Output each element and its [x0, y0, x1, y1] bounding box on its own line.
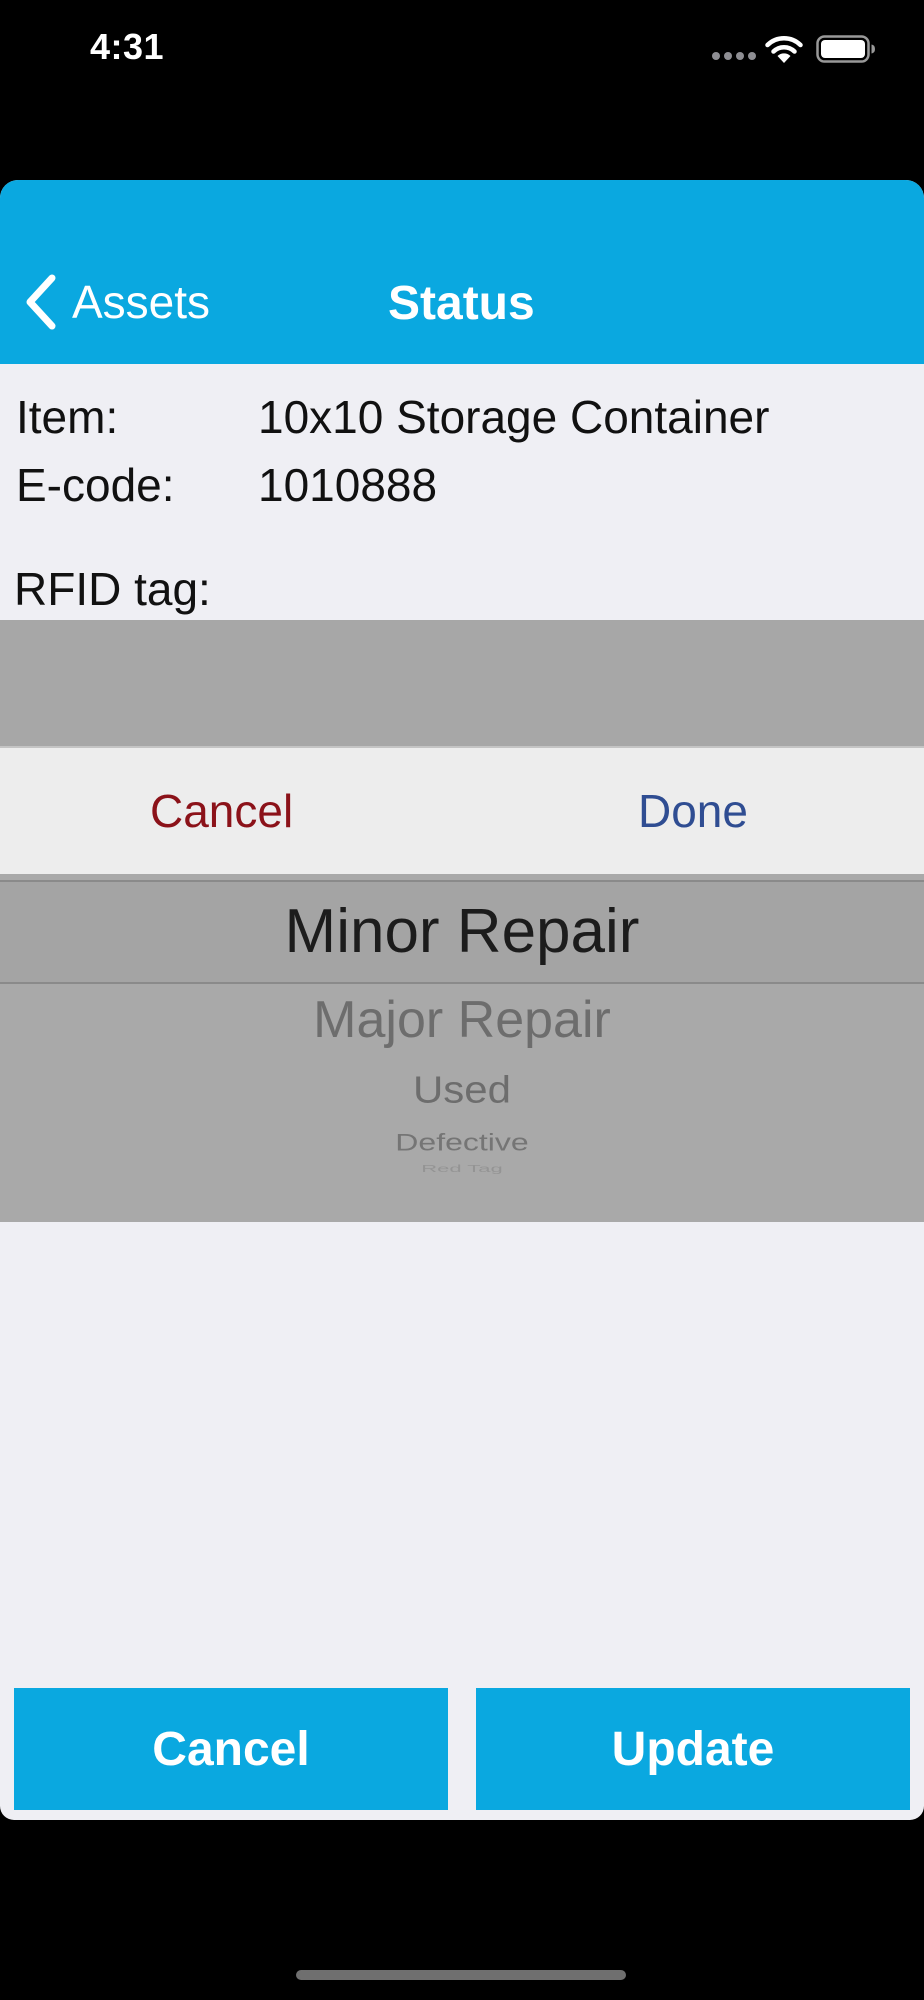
wifi-icon [765, 35, 803, 63]
home-indicator [296, 1970, 626, 1980]
item-label: Item: [16, 391, 119, 443]
status-time: 4:31 [90, 26, 165, 67]
picker-cancel-button[interactable]: Cancel [150, 784, 293, 838]
back-button[interactable]: Assets [22, 272, 210, 332]
chevron-left-icon [26, 274, 56, 330]
picker-option[interactable]: Major Repair [0, 990, 924, 1050]
status-sheet: Assets Status Item: 10x10 Storage Contai… [0, 180, 924, 1820]
screen: 4:31 Assets Status Item: 10x10 Storage C… [0, 0, 924, 2000]
status-bar: 4:31 [0, 0, 924, 100]
picker-option[interactable]: Used [0, 1068, 924, 1111]
navigation-bar: Assets Status [0, 180, 924, 364]
picker-backdrop[interactable] [0, 620, 924, 746]
ecode-value: 1010888 [258, 459, 438, 511]
item-value: 10x10 Storage Container [258, 391, 770, 443]
ecode-label: E-code: [16, 459, 175, 511]
battery-icon [816, 35, 875, 63]
cancel-button[interactable]: Cancel [14, 1688, 448, 1810]
status-picker-wheel[interactable]: Minor Repair Major Repair Used Defective… [0, 874, 924, 1222]
picker-option[interactable]: Defective [0, 1129, 924, 1157]
cellular-signal-icon [712, 52, 756, 60]
picker-option[interactable]: Minor Repair [0, 896, 924, 967]
page-title: Status [388, 277, 535, 330]
picker-done-button[interactable]: Done [638, 784, 748, 838]
rfid-tag-label: RFID tag: [14, 563, 211, 615]
back-label: Assets [72, 276, 211, 328]
update-button[interactable]: Update [476, 1688, 910, 1810]
picker-option[interactable]: Red Tag [0, 1163, 924, 1175]
picker-toolbar: Cancel Done [0, 746, 924, 876]
